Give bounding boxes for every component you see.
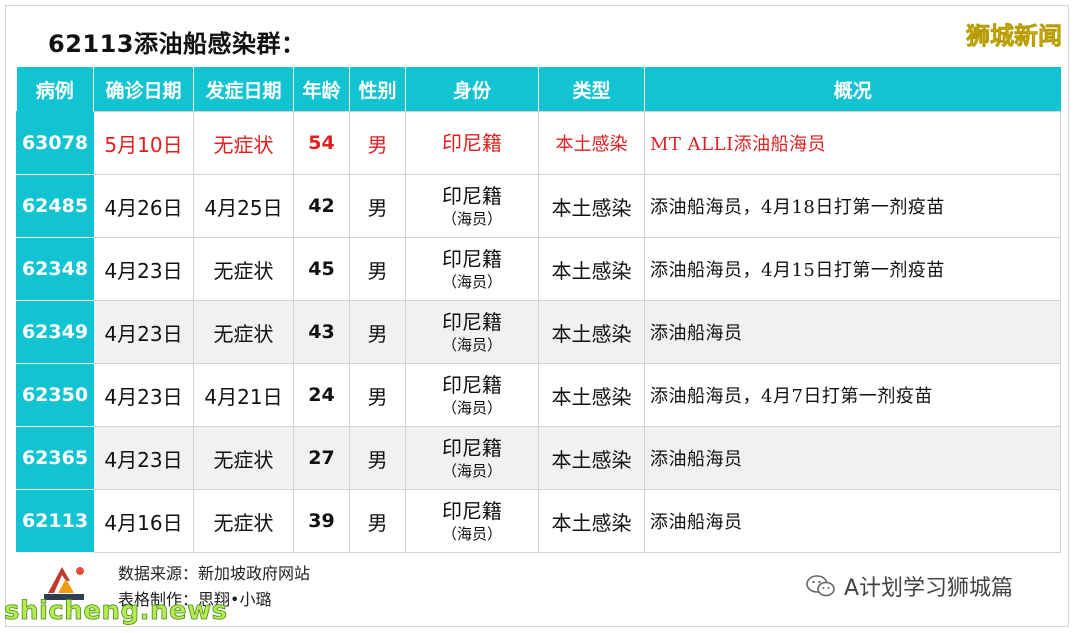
case-type: 本土感染 <box>538 363 645 427</box>
age: 24 <box>293 363 350 427</box>
overview: 添油船海员，4月7日打第一剂疫苗 <box>644 363 1061 427</box>
brand-logo-text: 狮城新闻 <box>966 22 1063 51</box>
sex: 男 <box>349 237 406 301</box>
confirm-date: 4月16日 <box>93 489 194 553</box>
identity-main: 印尼籍 <box>442 131 502 155</box>
case-id: 62365 <box>16 426 94 490</box>
page-title: 62113添油船感染群： <box>48 30 306 58</box>
confirm-date: 5月10日 <box>93 111 194 175</box>
age: 45 <box>293 237 350 301</box>
onset-date: 4月21日 <box>193 363 294 427</box>
age: 54 <box>293 111 350 175</box>
identity-sub: （海员） <box>441 399 502 417</box>
identity: 印尼籍 （海员） <box>405 300 539 364</box>
sex: 男 <box>349 363 406 427</box>
overview: 添油船海员 <box>644 426 1061 490</box>
header-type: 类型 <box>538 67 645 112</box>
identity-sub: （海员） <box>441 525 502 543</box>
onset-date: 无症状 <box>193 300 294 364</box>
sex: 男 <box>349 300 406 364</box>
data-source: 数据来源：新加坡政府网站 <box>118 564 311 583</box>
age: 27 <box>293 426 350 490</box>
case-id: 62350 <box>16 363 94 427</box>
case-id: 63078 <box>16 111 94 175</box>
case-id: 62113 <box>16 489 94 553</box>
header-confirm-date: 确诊日期 <box>93 67 194 112</box>
table-row: 62349 4月23日 无症状 43 男 印尼籍 （海员） 本土感染 添油船海员 <box>16 300 1061 364</box>
identity-sub: （海员） <box>441 336 502 354</box>
identity-sub: （海员） <box>441 273 502 291</box>
case-type: 本土感染 <box>538 489 645 553</box>
age: 43 <box>293 300 350 364</box>
onset-date: 无症状 <box>193 426 294 490</box>
overview: MT ALLI添油船海员 <box>644 111 1061 175</box>
table-row: 62348 4月23日 无症状 45 男 印尼籍 （海员） 本土感染 添油船海员，… <box>16 237 1061 301</box>
table-row: 63078 5月10日 无症状 54 男 印尼籍 本土感染 MT ALLI添油船… <box>16 111 1061 175</box>
identity: 印尼籍 （海员） <box>405 237 539 301</box>
confirm-date: 4月23日 <box>93 426 194 490</box>
overview: 添油船海员，4月18日打第一剂疫苗 <box>644 174 1061 238</box>
identity: 印尼籍 <box>405 111 539 175</box>
age: 42 <box>293 174 350 238</box>
age: 39 <box>293 489 350 553</box>
identity-sub: （海员） <box>441 210 502 228</box>
header-overview: 概况 <box>644 67 1061 112</box>
case-type: 本土感染 <box>538 237 645 301</box>
identity-main: 印尼籍 <box>442 499 502 523</box>
identity: 印尼籍 （海员） <box>405 363 539 427</box>
identity: 印尼籍 （海员） <box>405 426 539 490</box>
case-type: 本土感染 <box>538 174 645 238</box>
identity-main: 印尼籍 <box>442 247 502 271</box>
wechat-account: A计划学习狮城篇 <box>806 570 1013 602</box>
identity-main: 印尼籍 <box>442 436 502 460</box>
table-row: 62113 4月16日 无症状 39 男 印尼籍 （海员） 本土感染 添油船海员 <box>16 489 1061 553</box>
case-type: 本土感染 <box>538 426 645 490</box>
header-case: 病例 <box>16 67 94 112</box>
header-onset-date: 发症日期 <box>193 67 294 112</box>
wechat-account-name: A计划学习狮城篇 <box>844 576 1014 601</box>
table-row: 62485 4月26日 4月25日 42 男 印尼籍 （海员） 本土感染 添油船海… <box>16 174 1061 238</box>
identity-main: 印尼籍 <box>442 310 502 334</box>
header-age: 年龄 <box>293 67 350 112</box>
header-sex: 性别 <box>349 67 406 112</box>
sex: 男 <box>349 426 406 490</box>
table-header-row: 病例 确诊日期 发症日期 年龄 性别 身份 类型 概况 <box>16 67 1061 112</box>
sex: 男 <box>349 174 406 238</box>
identity-main: 印尼籍 <box>442 373 502 397</box>
header-identity: 身份 <box>405 67 539 112</box>
identity: 印尼籍 （海员） <box>405 489 539 553</box>
case-id: 62349 <box>16 300 94 364</box>
confirm-date: 4月23日 <box>93 363 194 427</box>
wechat-icon <box>806 575 835 597</box>
case-type: 本土感染 <box>538 111 645 175</box>
overview: 添油船海员 <box>644 489 1061 553</box>
onset-date: 无症状 <box>193 237 294 301</box>
site-watermark: shicheng.news <box>4 596 228 627</box>
onset-date: 4月25日 <box>193 174 294 238</box>
case-type: 本土感染 <box>538 300 645 364</box>
table-row: 62350 4月23日 4月21日 24 男 印尼籍 （海员） 本土感染 添油船海… <box>16 363 1061 427</box>
confirm-date: 4月23日 <box>93 237 194 301</box>
sex: 男 <box>349 111 406 175</box>
case-id: 62485 <box>16 174 94 238</box>
identity: 印尼籍 （海员） <box>405 174 539 238</box>
overview: 添油船海员 <box>644 300 1061 364</box>
case-table: 病例 确诊日期 发症日期 年龄 性别 身份 类型 概况 63078 5月10日 … <box>16 67 1061 553</box>
sex: 男 <box>349 489 406 553</box>
confirm-date: 4月26日 <box>93 174 194 238</box>
onset-date: 无症状 <box>193 111 294 175</box>
identity-sub: （海员） <box>441 462 502 480</box>
table-row: 62365 4月23日 无症状 27 男 印尼籍 （海员） 本土感染 添油船海员 <box>16 426 1061 490</box>
identity-main: 印尼籍 <box>442 184 502 208</box>
onset-date: 无症状 <box>193 489 294 553</box>
confirm-date: 4月23日 <box>93 300 194 364</box>
case-id: 62348 <box>16 237 94 301</box>
overview: 添油船海员，4月15日打第一剂疫苗 <box>644 237 1061 301</box>
